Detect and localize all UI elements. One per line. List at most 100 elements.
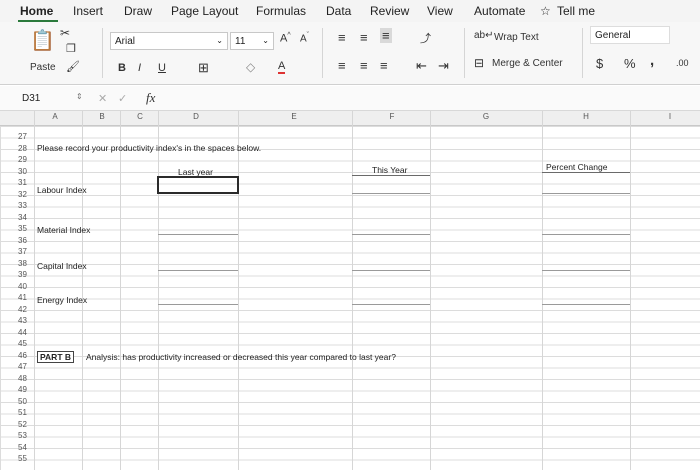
label-capital-index: Capital Index bbox=[37, 261, 87, 271]
increase-decimal-button[interactable]: .00 bbox=[676, 58, 689, 68]
name-box-stepper-icon[interactable]: ⇕ bbox=[76, 92, 83, 101]
fill-color-icon[interactable]: ◇ bbox=[246, 60, 255, 74]
row-header[interactable]: 44 bbox=[18, 328, 27, 337]
tab-home[interactable]: Home bbox=[20, 4, 53, 18]
column-header-g[interactable]: G bbox=[466, 112, 506, 121]
column-header-f[interactable]: F bbox=[372, 112, 412, 121]
confirm-icon[interactable]: ✓ bbox=[118, 92, 127, 105]
font-name-select[interactable]: Arial ⌄ bbox=[110, 32, 228, 50]
column-header-a[interactable]: A bbox=[35, 112, 75, 121]
column-header-e[interactable]: E bbox=[274, 112, 314, 121]
number-format-select[interactable]: General bbox=[590, 26, 670, 44]
tell-me-search[interactable]: Tell me bbox=[557, 4, 595, 18]
row-header[interactable]: 45 bbox=[18, 339, 27, 348]
percent-button[interactable]: % bbox=[624, 56, 636, 71]
wrap-text-button[interactable]: Wrap Text bbox=[494, 32, 539, 43]
wrap-text-icon[interactable]: ab↵ bbox=[474, 30, 494, 41]
cell-grid[interactable] bbox=[0, 126, 700, 470]
row-header[interactable]: 41 bbox=[18, 293, 27, 302]
align-right-icon[interactable]: ≡ bbox=[380, 58, 388, 73]
row-header[interactable]: 31 bbox=[18, 178, 27, 187]
paste-icon[interactable]: 📋 bbox=[30, 28, 55, 53]
lightbulb-icon: ☆ bbox=[540, 4, 551, 18]
separator bbox=[322, 28, 323, 78]
increase-indent-icon[interactable]: ⇥ bbox=[438, 58, 449, 74]
row-header[interactable]: 47 bbox=[18, 362, 27, 371]
tab-draw[interactable]: Draw bbox=[124, 4, 152, 18]
tab-data[interactable]: Data bbox=[326, 4, 351, 18]
row-header[interactable]: 28 bbox=[18, 144, 27, 153]
row-header[interactable]: 42 bbox=[18, 305, 27, 314]
row-header[interactable]: 53 bbox=[18, 431, 27, 440]
row-header[interactable]: 27 bbox=[18, 132, 27, 141]
tab-insert[interactable]: Insert bbox=[73, 4, 103, 18]
align-bottom-icon[interactable]: ≡ bbox=[380, 28, 392, 43]
orientation-icon[interactable]: ⤴ bbox=[420, 30, 431, 46]
row-header[interactable]: 52 bbox=[18, 420, 27, 429]
row-header[interactable]: 39 bbox=[18, 270, 27, 279]
merge-center-icon[interactable]: ⊟ bbox=[474, 56, 484, 70]
row-header[interactable]: 46 bbox=[18, 351, 27, 360]
row-header[interactable]: 33 bbox=[18, 201, 27, 210]
bold-button[interactable]: B bbox=[118, 62, 126, 74]
borders-icon[interactable]: ⊞ bbox=[198, 60, 209, 76]
fx-icon[interactable]: fx bbox=[146, 90, 155, 106]
font-color-icon[interactable]: A bbox=[278, 60, 286, 74]
name-box[interactable]: D31 bbox=[18, 91, 78, 107]
label-material-index: Material Index bbox=[37, 225, 91, 235]
selected-cell-d31[interactable] bbox=[157, 176, 239, 194]
tab-review[interactable]: Review bbox=[370, 4, 409, 18]
increase-font-icon[interactable]: A^ bbox=[280, 32, 291, 45]
row-header[interactable]: 36 bbox=[18, 236, 27, 245]
row-header[interactable]: 54 bbox=[18, 443, 27, 452]
align-middle-icon[interactable]: ≡ bbox=[360, 30, 368, 45]
entry-line bbox=[352, 234, 430, 235]
row-header[interactable]: 32 bbox=[18, 190, 27, 199]
formula-input[interactable] bbox=[170, 90, 690, 108]
row-header[interactable]: 43 bbox=[18, 316, 27, 325]
align-center-icon[interactable]: ≡ bbox=[360, 58, 368, 73]
merge-center-button[interactable]: Merge & Center bbox=[492, 58, 563, 69]
align-left-icon[interactable]: ≡ bbox=[338, 58, 346, 73]
entry-line bbox=[542, 304, 630, 305]
row-header[interactable]: 50 bbox=[18, 397, 27, 406]
row-header[interactable]: 34 bbox=[18, 213, 27, 222]
column-header-b[interactable]: B bbox=[82, 112, 122, 121]
tab-view[interactable]: View bbox=[427, 4, 453, 18]
font-size-select[interactable]: 11 ⌄ bbox=[230, 32, 274, 50]
tab-page-layout[interactable]: Page Layout bbox=[171, 4, 238, 18]
entry-line bbox=[542, 193, 630, 194]
grid-column-line bbox=[430, 111, 431, 470]
comma-button[interactable]: , bbox=[650, 52, 654, 69]
column-header-d[interactable]: D bbox=[176, 112, 216, 121]
row-header[interactable]: 48 bbox=[18, 374, 27, 383]
align-top-icon[interactable]: ≡ bbox=[338, 30, 346, 45]
row-header[interactable]: 35 bbox=[18, 224, 27, 233]
cut-icon[interactable]: ✂ bbox=[60, 26, 70, 40]
entry-line bbox=[542, 270, 630, 271]
row-header[interactable]: 30 bbox=[18, 167, 27, 176]
row-header[interactable]: 51 bbox=[18, 408, 27, 417]
italic-button[interactable]: I bbox=[138, 62, 141, 74]
row-header[interactable]: 29 bbox=[18, 155, 27, 164]
row-header[interactable]: 38 bbox=[18, 259, 27, 268]
decrease-font-icon[interactable]: Aˇ bbox=[300, 32, 309, 44]
row-header[interactable]: 40 bbox=[18, 282, 27, 291]
currency-button[interactable]: $ bbox=[596, 56, 603, 71]
copy-icon[interactable]: ❐ bbox=[66, 42, 76, 55]
column-header-c[interactable]: C bbox=[120, 112, 160, 121]
underline-button[interactable]: U bbox=[158, 62, 166, 74]
column-header-h[interactable]: H bbox=[566, 112, 606, 121]
row-header[interactable]: 55 bbox=[18, 454, 27, 463]
row-header[interactable]: 37 bbox=[18, 247, 27, 256]
cancel-icon[interactable]: ✕ bbox=[98, 92, 107, 105]
column-header-i[interactable]: I bbox=[655, 112, 685, 121]
format-painter-icon[interactable]: 🖌 bbox=[66, 60, 80, 73]
tab-automate[interactable]: Automate bbox=[474, 4, 525, 18]
separator bbox=[582, 28, 583, 78]
decrease-indent-icon[interactable]: ⇤ bbox=[416, 58, 427, 74]
entry-line bbox=[158, 304, 238, 305]
row-header[interactable]: 49 bbox=[18, 385, 27, 394]
label-energy-index: Energy Index bbox=[37, 295, 88, 305]
tab-formulas[interactable]: Formulas bbox=[256, 4, 306, 18]
